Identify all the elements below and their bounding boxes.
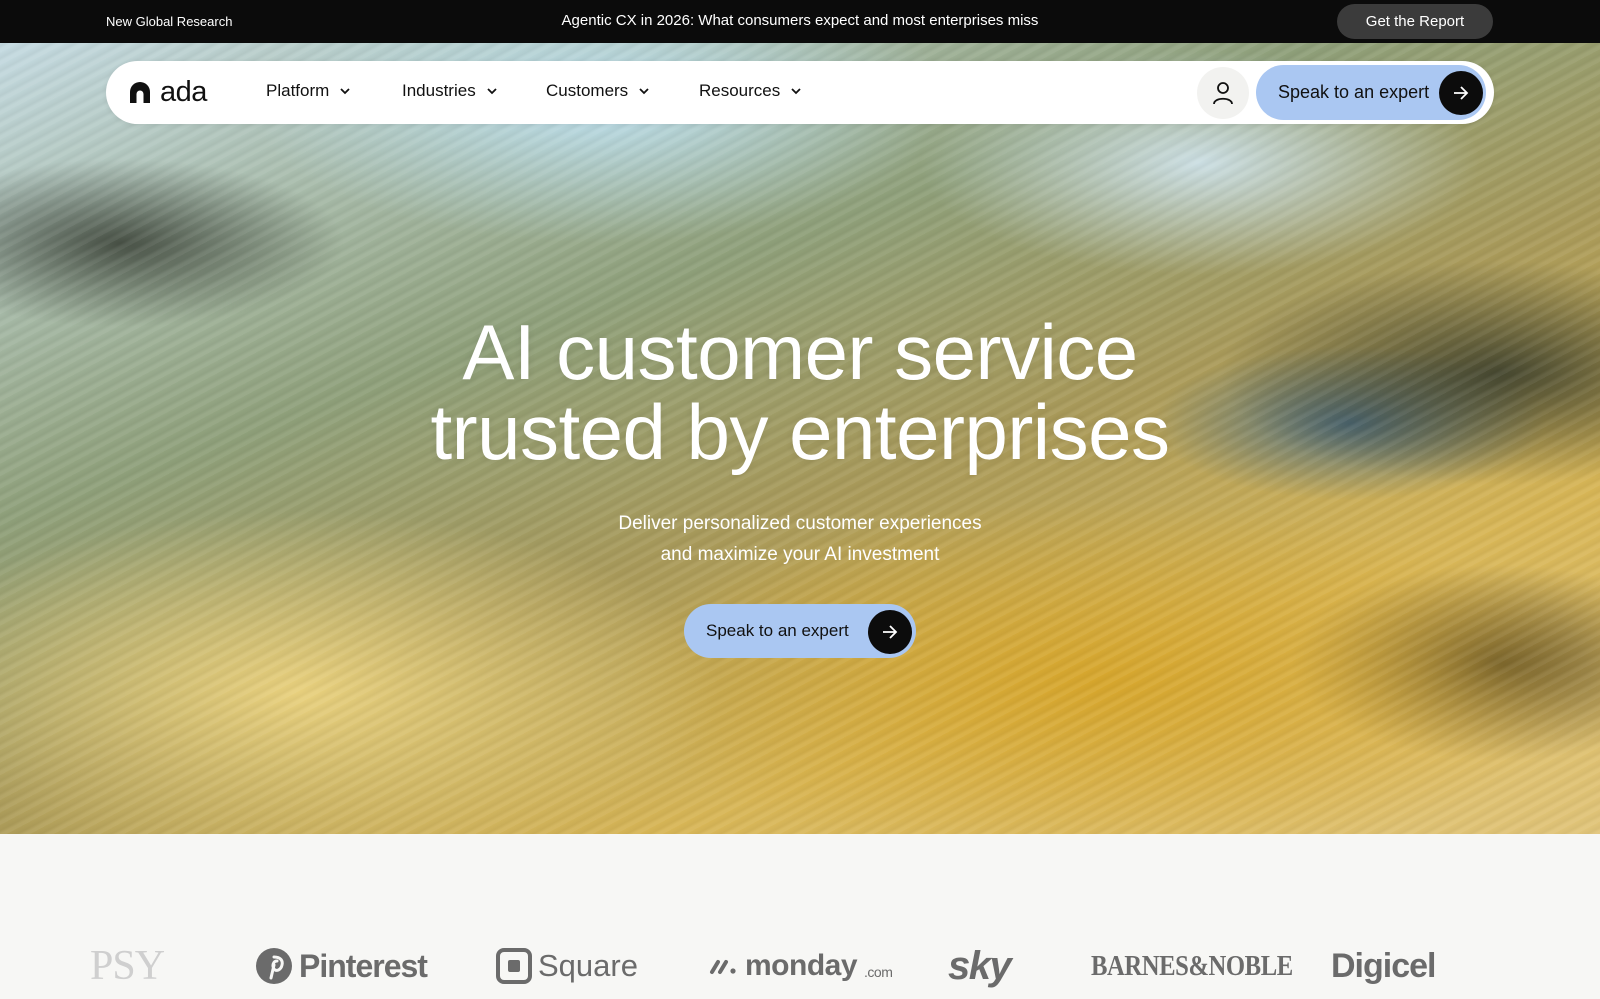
- main-navigation: ada Platform Industries Customers Resour…: [106, 61, 1494, 124]
- monday-logo-suffix: .com: [864, 964, 893, 980]
- chevron-down-icon: [639, 88, 649, 95]
- hero-title: AI customer service trusted by enterpris…: [0, 312, 1600, 472]
- digicel-logo: Digicel: [1331, 946, 1436, 986]
- arrow-right-icon: [1439, 71, 1483, 115]
- announcement-bar: New Global Research Agentic CX in 2026: …: [0, 0, 1600, 43]
- hero-subtitle: Deliver personalized customer experience…: [0, 508, 1600, 570]
- nav-speak-to-expert-button[interactable]: Speak to an expert: [1256, 65, 1486, 120]
- account-button[interactable]: [1197, 67, 1249, 119]
- pinterest-icon: [256, 948, 292, 984]
- nav-item-label: Customers: [546, 81, 629, 100]
- square-logo-text: Square: [538, 948, 638, 983]
- nav-item-resources[interactable]: Resources: [699, 81, 802, 101]
- pinterest-logo: Pinterest: [255, 946, 428, 986]
- chevron-down-icon: [340, 88, 350, 95]
- hero-cta-label: Speak to an expert: [706, 621, 849, 640]
- hero-subtitle-line-2: and maximize your AI investment: [660, 544, 940, 565]
- nav-item-industries[interactable]: Industries: [402, 81, 498, 101]
- hero-speak-to-expert-button[interactable]: Speak to an expert: [684, 604, 916, 658]
- hero-title-line-2: trusted by enterprises: [430, 388, 1170, 476]
- nav-item-platform[interactable]: Platform: [266, 81, 351, 101]
- get-report-button[interactable]: Get the Report: [1337, 4, 1493, 39]
- nav-item-label: Resources: [699, 81, 781, 100]
- ada-logo-icon: [130, 82, 150, 103]
- arrow-right-icon: [868, 610, 912, 654]
- nav-item-label: Platform: [266, 81, 330, 100]
- sky-logo-text: sky: [948, 943, 1012, 988]
- nav-item-label: Industries: [402, 81, 476, 100]
- pinterest-logo-text: Pinterest: [299, 947, 428, 984]
- chevron-down-icon: [487, 88, 497, 95]
- nav-cta-label: Speak to an expert: [1278, 82, 1430, 102]
- chevron-down-icon: [791, 88, 801, 95]
- ada-logo[interactable]: ada: [128, 77, 207, 107]
- customer-logos-strip: PSY Pinterest Square monday .com sky BARN…: [0, 834, 1600, 999]
- monday-logo-text: monday: [745, 949, 858, 982]
- barnes-noble-logo-text: BARNES&NOBLE: [1091, 949, 1293, 982]
- monday-icon: [710, 960, 736, 974]
- digicel-logo-text: Digicel: [1331, 946, 1436, 985]
- hero-title-line-1: AI customer service: [462, 308, 1138, 396]
- sky-logo: sky: [948, 943, 1012, 988]
- hero-subtitle-line-1: Deliver personalized customer experience…: [618, 513, 982, 534]
- psy-logo-text: PSY: [90, 943, 165, 989]
- barnes-noble-logo: BARNES&NOBLE: [1091, 946, 1293, 986]
- user-icon: [1213, 82, 1233, 105]
- nav-item-customers[interactable]: Customers: [546, 81, 650, 101]
- square-icon: [496, 948, 532, 984]
- monday-logo: monday .com: [709, 946, 893, 986]
- ada-logo-text: ada: [160, 76, 207, 108]
- psy-logo: PSY: [90, 943, 165, 989]
- square-logo: Square: [496, 946, 638, 986]
